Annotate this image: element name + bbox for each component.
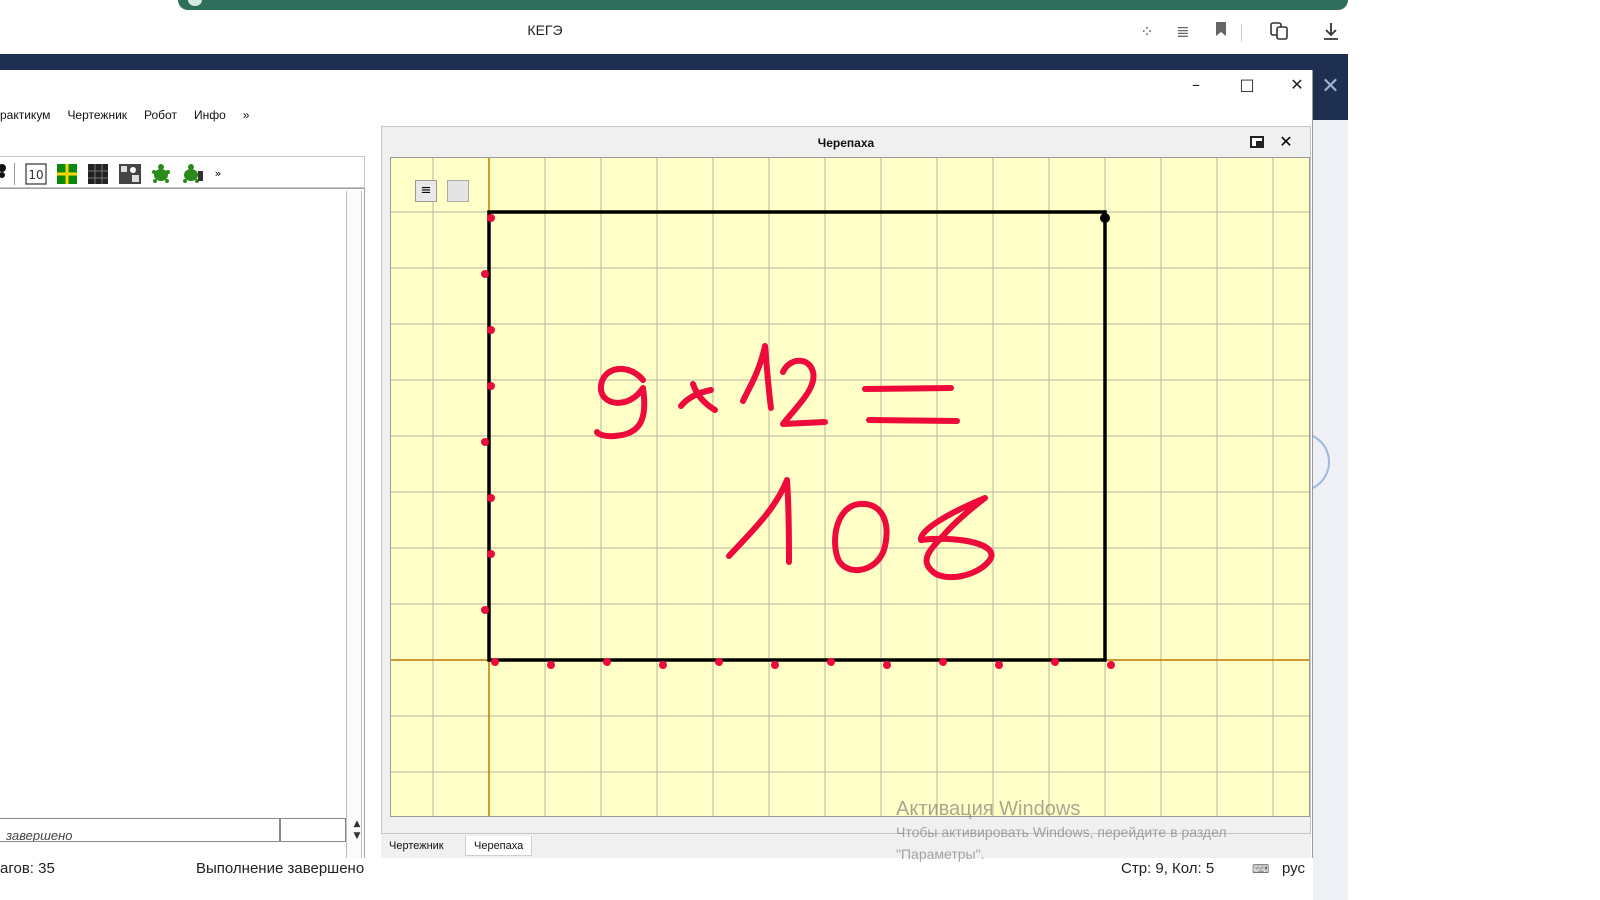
menu-drawer[interactable]: Чертежник: [67, 105, 127, 125]
count-dot: [995, 661, 1003, 669]
undock-icon[interactable]: [1250, 136, 1264, 148]
turtle-panel: Черепаха ✕ ≡: [381, 126, 1311, 834]
turtle-step-icon[interactable]: [181, 163, 203, 185]
reader-icon[interactable]: ≣: [1172, 21, 1194, 43]
menu-bar: рактикум Чертежник Робот Инфо »: [0, 105, 266, 125]
count-dot: [481, 606, 489, 614]
count-dot: [481, 270, 489, 278]
panel-title: Черепаха: [817, 136, 875, 150]
download-icon[interactable]: [1320, 21, 1342, 43]
translate-icon[interactable]: [1268, 21, 1290, 43]
editor-toolbar: 10 »: [0, 156, 365, 188]
toolbar-separator: [1241, 24, 1242, 42]
count-dot: [659, 661, 667, 669]
editor-scrollbar[interactable]: [346, 191, 362, 872]
keyboard-icon: ⌨: [1252, 862, 1270, 876]
tab-favicon: [188, 0, 202, 6]
count-dot: [487, 382, 495, 390]
count-dot: [715, 658, 723, 666]
bookmark-icon[interactable]: [1210, 21, 1232, 43]
close-button[interactable]: ✕: [1282, 74, 1312, 96]
count-dot: [883, 661, 891, 669]
tab-turtle[interactable]: Черепаха: [465, 836, 533, 856]
menu-more[interactable]: »: [243, 105, 250, 125]
panel-tabs: Чертежник Черепаха: [381, 834, 1311, 858]
extensions-icon[interactable]: ⁘: [1136, 21, 1158, 43]
browser-tab-strip: [178, 0, 1348, 10]
turtle-canvas[interactable]: ≡: [390, 157, 1310, 817]
menu-robot[interactable]: Робот: [144, 105, 177, 125]
browser-page-title: КЕГЭ: [527, 22, 563, 38]
maximize-button[interactable]: □: [1232, 74, 1262, 96]
canvas-view-button[interactable]: [447, 180, 469, 202]
equals-top: [862, 385, 954, 392]
count-dot: [487, 326, 495, 334]
menu-info[interactable]: Инфо: [194, 105, 226, 125]
status-message: Выполнение завершено: [196, 860, 365, 877]
cursor-position: Стр: 9, Кол: 5: [1121, 860, 1215, 877]
count-dot: [827, 658, 835, 666]
count-dot: [491, 658, 499, 666]
menu-practicum[interactable]: рактикум: [0, 105, 50, 125]
page-background: [1313, 120, 1348, 900]
turtle-field: [391, 158, 1309, 816]
site-close-icon[interactable]: ✕: [1313, 54, 1348, 120]
code-editor[interactable]: [0, 188, 365, 875]
count-dot: [1107, 661, 1115, 669]
site-header-bar: [0, 54, 1348, 70]
canvas-background: [391, 158, 1309, 816]
count-dot: [481, 438, 489, 446]
equals-bottom: [866, 417, 960, 424]
svg-text:10: 10: [28, 168, 43, 182]
count-dot: [487, 550, 495, 558]
run-status-field: завершено: [0, 818, 280, 842]
count-dot: [771, 661, 779, 669]
turtle-position: [1100, 213, 1110, 223]
count-dot: [547, 661, 555, 669]
count-dot: [939, 658, 947, 666]
count-dot: [487, 494, 495, 502]
speed-field[interactable]: [280, 818, 346, 842]
minimize-button[interactable]: –: [1181, 74, 1211, 96]
tab-drawer[interactable]: Чертежник: [381, 836, 452, 856]
count-dot: [1051, 658, 1059, 666]
grid-black-icon[interactable]: [87, 163, 109, 185]
toolbar-separator: [14, 163, 15, 185]
speed-spinner[interactable]: ▲ ▼: [350, 818, 364, 842]
browser-toolbar: КЕГЭ ⁘ ≣: [0, 10, 1348, 54]
steps-count: агов: 35: [0, 860, 55, 877]
count-dot: [603, 658, 611, 666]
more-icon[interactable]: »: [207, 163, 229, 185]
canvas-menu-icon[interactable]: ≡: [415, 180, 437, 202]
kumir-window: – □ ✕ рактикум Чертежник Робот Инфо » 10: [0, 70, 1313, 880]
grid-green-icon[interactable]: [56, 163, 78, 185]
field-10-icon[interactable]: 10: [25, 163, 47, 185]
robot-field-icon[interactable]: [118, 163, 141, 185]
panel-close-icon[interactable]: ✕: [1276, 131, 1296, 153]
count-dot: [487, 214, 495, 222]
keyboard-layout[interactable]: рус: [1282, 860, 1305, 877]
turtle-icon[interactable]: [150, 163, 172, 185]
screen: КЕГЭ ⁘ ≣ ✕ – □ ✕ рактикум Чертежник Робо…: [0, 0, 1600, 900]
status-bar: агов: 35 Выполнение завершено Стр: 9, Ко…: [0, 858, 1313, 880]
